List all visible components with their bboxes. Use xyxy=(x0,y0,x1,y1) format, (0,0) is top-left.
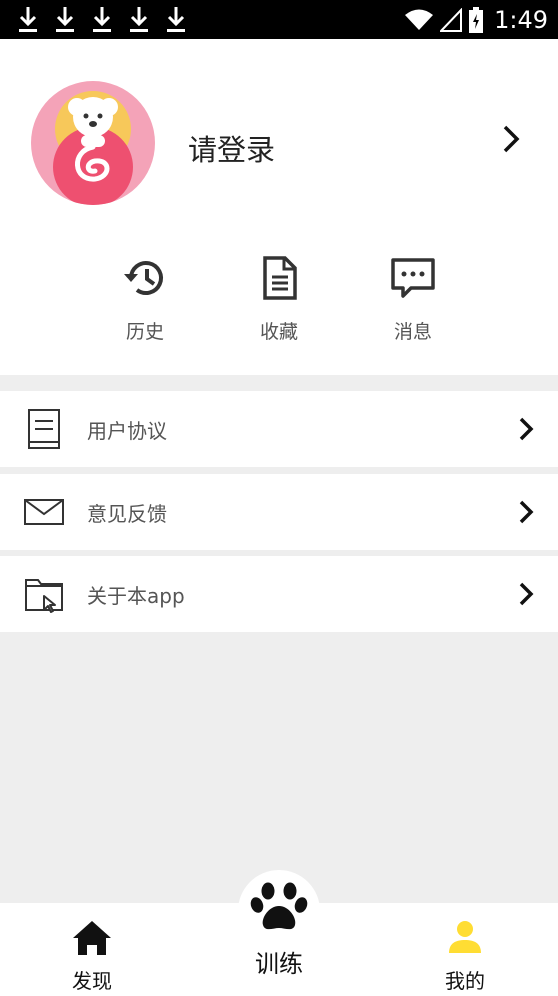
quick-action-favorites[interactable]: 收藏 xyxy=(234,254,324,349)
tab-train[interactable]: 训练 xyxy=(230,878,328,996)
download-icon xyxy=(130,7,148,32)
tab-discover[interactable]: 发现 xyxy=(47,903,137,996)
tab-label: 发现 xyxy=(72,969,112,993)
document-icon xyxy=(263,256,297,300)
message-icon xyxy=(391,258,435,298)
status-time: 1:49 xyxy=(494,6,548,34)
quick-action-messages[interactable]: 消息 xyxy=(368,254,458,349)
download-icon xyxy=(19,7,37,32)
history-icon xyxy=(124,261,163,295)
quick-action-label: 历史 xyxy=(125,321,164,343)
chevron-right-icon xyxy=(519,500,534,524)
paw-icon xyxy=(250,882,308,930)
download-icon xyxy=(167,7,185,32)
chevron-right-icon xyxy=(519,417,534,441)
home-icon xyxy=(73,921,111,955)
profile-card: 请登录 历史 收藏 消息 xyxy=(0,39,558,375)
battery-icon xyxy=(469,7,484,33)
wifi-icon xyxy=(405,9,434,30)
dog-logo-icon xyxy=(31,81,155,205)
tab-label: 我的 xyxy=(445,969,485,993)
quick-action-label: 消息 xyxy=(393,321,432,343)
status-bar: 1:49 xyxy=(0,0,558,39)
signal-icon xyxy=(440,8,463,32)
quick-action-label: 收藏 xyxy=(259,321,298,343)
tab-label: 训练 xyxy=(255,950,303,978)
chevron-right-icon xyxy=(519,582,534,606)
folder-icon xyxy=(25,579,63,613)
user-icon xyxy=(449,921,481,953)
menu-item-about[interactable]: 关于本app xyxy=(0,556,558,632)
mail-icon xyxy=(24,499,64,525)
menu-item-label: 意见反馈 xyxy=(87,502,167,526)
menu-item-user-agreement[interactable]: 用户协议 xyxy=(0,391,558,467)
download-icon xyxy=(56,7,74,32)
tab-mine[interactable]: 我的 xyxy=(420,903,510,996)
menu-item-label: 关于本app xyxy=(87,584,185,608)
login-prompt[interactable]: 请登录 xyxy=(188,127,275,169)
download-icon xyxy=(93,7,111,32)
chevron-right-icon[interactable] xyxy=(500,124,522,154)
menu-item-feedback[interactable]: 意见反馈 xyxy=(0,474,558,550)
menu-item-label: 用户协议 xyxy=(87,419,167,443)
avatar[interactable] xyxy=(31,81,155,205)
quick-action-history[interactable]: 历史 xyxy=(100,254,190,349)
book-icon xyxy=(28,409,60,449)
